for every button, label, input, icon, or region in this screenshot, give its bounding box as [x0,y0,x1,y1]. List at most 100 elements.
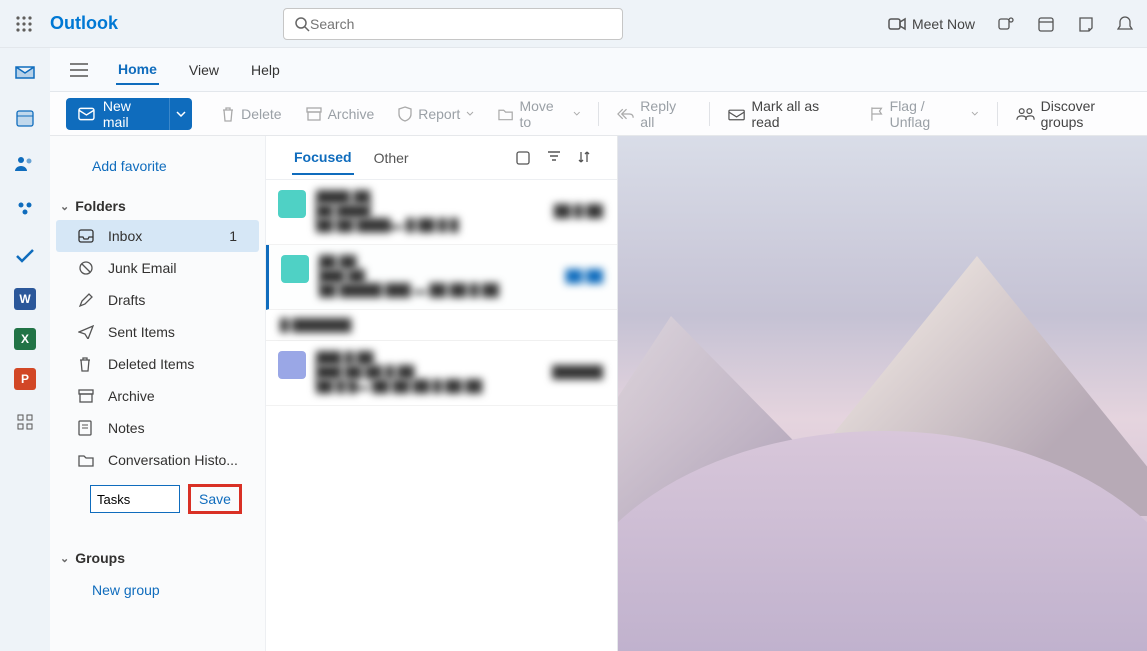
ribbon-tabs: Home View Help [0,48,1147,92]
message-item[interactable]: ██ ██ ███ ████ ██ ██ █████ ███ ▬ ██ ██ █… [266,245,617,310]
powerpoint-rail-icon[interactable]: P [14,368,36,390]
chevron-down-icon [971,111,979,116]
folder-archive[interactable]: Archive [50,380,265,412]
calendar-day-icon[interactable] [1027,0,1065,48]
people-rail-icon[interactable] [11,150,39,178]
reply-all-icon [617,108,634,120]
avatar [278,351,306,379]
search-box[interactable] [283,8,623,40]
archive-icon [306,107,322,121]
tab-focused[interactable]: Focused [292,141,354,175]
folder-label: Notes [108,420,145,436]
tips-icon[interactable] [1067,0,1105,48]
calendar-rail-icon[interactable] [11,104,39,132]
mail-rail-icon[interactable] [11,58,39,86]
app-rail: W X P [0,48,50,651]
reply-all-label: Reply all [640,98,691,130]
teams-icon[interactable] [987,0,1025,48]
folder-label: Inbox [108,228,142,244]
title-bar: Outlook Meet Now [0,0,1147,48]
notifications-icon[interactable] [1107,0,1143,48]
chevron-down-icon: ⌄ [60,552,69,565]
folder-inbox[interactable]: Inbox 1 [56,220,259,252]
folder-label: Sent Items [108,324,175,340]
tab-help[interactable]: Help [249,56,282,84]
message-item[interactable]: ███ █ ██ ███ ██ ██ █ ████████ ██ █ █▬ ██… [266,341,617,406]
discover-groups-label: Discover groups [1041,98,1137,130]
folder-conversation-history[interactable]: Conversation Histo... [50,444,265,476]
folder-label: Archive [108,388,155,404]
avatar [281,255,309,283]
app-launcher-icon[interactable] [0,0,48,48]
groups-section-label: Groups [75,550,125,566]
folder-label: Junk Email [108,260,176,276]
folder-drafts[interactable]: Drafts [50,284,265,316]
sent-icon [78,325,96,339]
message-list-pane: Focused Other ████ ██ ██ ██████ █ ██ ██ … [266,136,618,651]
new-mail-label: New mail [103,98,157,130]
tab-home[interactable]: Home [116,55,159,85]
todo-rail-icon[interactable] [11,242,39,270]
folder-notes[interactable]: Notes [50,412,265,444]
new-folder-input[interactable] [90,485,180,513]
archive-icon [78,389,96,403]
new-group-link[interactable]: New group [50,572,265,608]
new-mail-dropdown[interactable] [169,98,192,130]
notes-icon [78,420,96,436]
camera-icon [888,17,906,31]
discover-groups-button[interactable]: Discover groups [1006,98,1147,130]
word-rail-icon[interactable]: W [14,288,36,310]
folders-section-label: Folders [75,198,126,214]
excel-rail-icon[interactable]: X [14,328,36,350]
meet-now-button[interactable]: Meet Now [878,0,985,48]
chevron-down-icon [466,111,474,116]
mark-read-label: Mark all as read [751,98,846,130]
envelope-open-icon [728,107,745,121]
folder-label: Deleted Items [108,356,194,372]
reading-pane [618,136,1147,651]
message-list-tabs: Focused Other [266,136,617,180]
archive-button[interactable]: Archive [296,98,385,130]
more-apps-rail-icon[interactable] [11,408,39,436]
folder-junk[interactable]: Junk Email [50,252,265,284]
chevron-down-icon: ⌄ [60,200,69,213]
inbox-icon [78,229,96,243]
new-folder-row: Save [50,480,265,518]
message-item[interactable]: ████ ██ ██ ██████ █ ██ ██ ██ ████▬ █ ██ … [266,180,617,245]
tab-other[interactable]: Other [372,142,411,174]
folders-section-header[interactable]: ⌄ Folders [50,192,265,220]
move-to-button[interactable]: Move to [488,98,590,130]
folder-deleted[interactable]: Deleted Items [50,348,265,380]
flag-label: Flag / Unflag [890,98,965,130]
sort-icon[interactable] [577,150,591,166]
mail-icon [78,107,95,121]
meet-now-label: Meet Now [912,16,975,32]
avatar [278,190,306,218]
folder-label: Conversation Histo... [108,452,238,468]
flag-icon [870,106,883,122]
reply-all-button[interactable]: Reply all [607,98,701,130]
folder-icon [78,453,96,467]
tab-view[interactable]: View [187,56,221,84]
folder-pane: Add favorite ⌄ Folders Inbox 1 Junk Emai… [50,136,266,651]
folder-sent[interactable]: Sent Items [50,316,265,348]
filter-icon[interactable] [547,150,561,166]
search-input[interactable] [310,16,612,32]
add-favorite-link[interactable]: Add favorite [50,148,265,192]
report-button[interactable]: Report [388,98,484,130]
select-icon[interactable] [515,150,531,166]
flag-button[interactable]: Flag / Unflag [860,98,988,130]
command-bar: New mail Delete Archive Report Move to R… [0,92,1147,136]
new-mail-button[interactable]: New mail [66,98,169,130]
delete-button[interactable]: Delete [211,98,291,130]
groups-section-header[interactable]: ⌄ Groups [50,544,265,572]
move-to-label: Move to [519,98,566,130]
hamburger-icon[interactable] [70,63,88,77]
search-icon [294,16,310,32]
drafts-icon [78,292,96,308]
save-button[interactable]: Save [188,484,242,514]
inbox-count: 1 [229,228,247,244]
shield-icon [398,106,412,122]
mark-read-button[interactable]: Mark all as read [718,98,856,130]
groups-rail-icon[interactable] [11,196,39,224]
